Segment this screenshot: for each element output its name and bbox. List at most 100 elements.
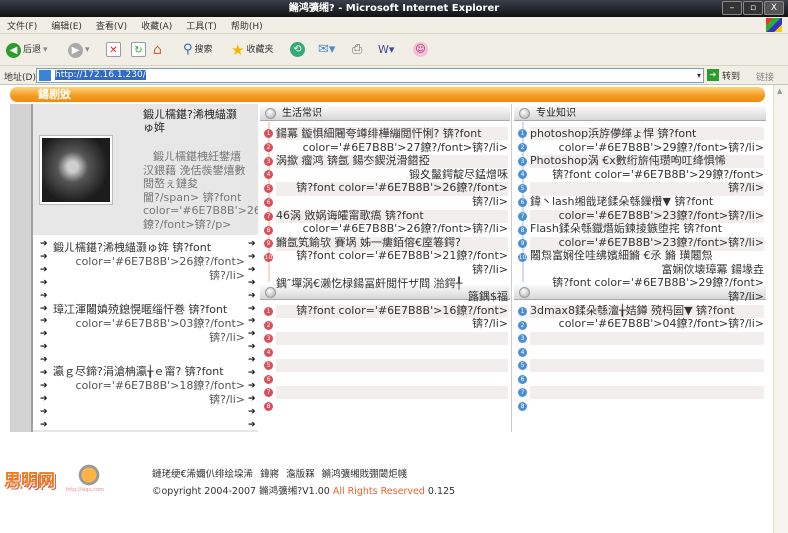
close-button[interactable]: X [764, 1, 784, 15]
article-item[interactable]: 3dmax8鍒朵綔澶╁姞鐏 殑杩囩▼ 锛?font color='#6E7B8B'… [530, 304, 764, 331]
site-logo[interactable]: 思明网 http://siqu.com [4, 462, 144, 498]
profile-photo[interactable] [39, 135, 113, 205]
item-meta: color='#6E7B8B'>04鐐?/font>锛?/li> [558, 317, 764, 331]
menu-edit[interactable]: 编辑(E) [44, 17, 89, 34]
number-badge-icon: 3 [264, 334, 273, 343]
number-badge-icon: 6 [518, 374, 527, 384]
go-button[interactable]: ➜ 转到 [707, 69, 740, 82]
print-icon[interactable]: ⎙ [352, 42, 362, 58]
menu-favorites[interactable]: 收藏(A) [134, 17, 179, 34]
number-badge-icon: 6 [264, 374, 273, 384]
search-button[interactable]: ⚲ 搜索 [183, 42, 213, 58]
menu-tools[interactable]: 工具(T) [179, 17, 224, 34]
row-stripe [276, 332, 508, 346]
version-text: 0.125 [427, 486, 456, 497]
article-item[interactable]: 鍚冪 鏇惧細闀夸竴绯樺繃閲忓悧? 锛?font color='#6E7B8B'>2… [276, 127, 508, 154]
menu-view[interactable]: 查看(V) [89, 17, 134, 34]
row-stripe [530, 359, 764, 373]
article-item[interactable]: 涡撳 瘤鸿 锛氬 鍚冭鍥涚滑鍣掗 锻夊鬣鍔靛尽錳熷咊 锛?font color='… [276, 154, 508, 208]
arrow-bullet-icon: ➔ [248, 368, 256, 378]
left-list-item[interactable]: 鍛ㄦ檽鍖?浠栧緢灏ゅ姩 锛?font color='#6E7B8B'>26鐐?/f… [33, 241, 245, 283]
number-badge-icon: 4 [518, 347, 527, 357]
back-arrow-icon: ◀ [6, 42, 21, 58]
item-title: 鍝″墠涡€濑忔椂鍚冨皯閲忓ザ閰 湁鍔╀ [276, 276, 463, 290]
go-label: 转到 [722, 72, 741, 82]
vertical-scrollbar[interactable]: ▲ [773, 85, 788, 533]
row-stripe [276, 386, 508, 400]
number-badge-icon: 5 [518, 361, 527, 370]
site-banner: 鍚剧敓 [10, 87, 765, 102]
item-meta: color='#6E7B8B'>23鐐?/font>锛?/li> [558, 235, 764, 249]
number-badge-icon: 3 [518, 334, 527, 343]
links-button[interactable]: 链接 [756, 70, 774, 83]
back-label: 后退 [23, 45, 42, 55]
circle-icon [519, 108, 530, 119]
arrow-bullet-icon: ➔ [40, 419, 48, 430]
copyright-text: ©opyright 2004-2007 鏅鸿彍缃?V1.00 [152, 486, 330, 497]
article-item[interactable]: photoshop浜斿儚缂ょ悍 锛?font color='#6E7B8B'>29… [530, 127, 764, 154]
windows-logo-icon [766, 18, 782, 32]
row-stripe [530, 386, 764, 400]
maximize-button[interactable]: ▫ [743, 1, 763, 15]
article-item[interactable]: 鍏丶lash缃戠珯鍒朵綔鏁欑▼ 锛?font color='#6E7B8B'>23… [530, 195, 764, 222]
item-meta: color='#6E7B8B'>18鐐?/font> 锛?/li> [75, 379, 245, 406]
profile-description: 鍛ㄦ檽鍖栧紝鐢熺汉鍡藉 浼佸彂鐢熺數閲嶅ぇ鏈夋閫?/span> 锛?font c… [143, 150, 261, 231]
section-header: 生活常识 [260, 106, 510, 121]
logo-text: 思明网 [4, 471, 55, 491]
address-dropdown-icon[interactable]: ▾ [697, 69, 701, 82]
item-title: 3dmax8鍒朵綔澶╁姞鐏 殑杩囩▼ 锛?font [530, 303, 735, 317]
circle-icon [519, 287, 530, 298]
history-icon[interactable]: ⟲ [290, 42, 305, 57]
search-icon: ⚲ [183, 42, 193, 57]
menu-file[interactable]: 文件(F) [0, 17, 44, 34]
minimize-button[interactable]: – [722, 1, 742, 15]
rights-text: All Rights Reserved [332, 486, 425, 497]
refresh-icon[interactable]: ↻ [131, 42, 146, 57]
arrow-bullet-icon: ➔ [248, 380, 256, 391]
number-badge-icon: 8 [518, 225, 527, 235]
article-item[interactable]: Flash鍒朵綔鐡熸姤鍊掕鏃堕挓 锛?font color='#6E7B8B'>2… [530, 222, 764, 249]
address-bar: 地址(D) http://172.16.1.230/ ▾ ➜ 转到 链接 [0, 66, 788, 85]
profile-title[interactable]: 鍛ㄦ檽鍖?浠栧緢灏ゅ姩 [143, 108, 245, 134]
footer-links[interactable]: 鏈珯绠€浠嬭仈绯绘垜浠 鍏嶈 澹版槑 鏅鸿彍缃戝弸閾炬帴 [152, 466, 407, 480]
forward-button[interactable]: ▶ ▾ [68, 42, 90, 58]
left-list-item[interactable]: 璋冮渾闂嫃殑鎴愰暱缁忓巻 锛?font color='#6E7B8B'>03鐐?/… [33, 303, 245, 345]
star-icon: ★ [231, 41, 245, 59]
item-title: photoshop浜斿儚缂ょ悍 锛?font [530, 127, 697, 140]
number-badge-icon: 3 [264, 156, 273, 166]
article-item[interactable]: 鏅氬笂鍮欤 賽埚 姊一瘻銆傛€庢箞鍔? 锛?font color='#6E7B8B… [276, 236, 508, 277]
footer-copyright: ©opyright 2004-2007 鏅鸿彍缃?V1.00 All Right… [152, 483, 455, 497]
arrow-bullet-icon: ➔ [248, 277, 256, 288]
article-item[interactable]: 46涡 敓娲诲皬甯歌瘑 锛?font color='#6E7B8B'>26鐐?/f… [276, 209, 508, 236]
item-meta: color='#6E7B8B'>26鐐?/font>锛?/li> [302, 222, 508, 236]
menu-help[interactable]: 帮助(H) [224, 17, 270, 34]
number-badge-icon: 7 [518, 388, 527, 397]
arrow-bullet-icon: ➔ [248, 393, 256, 404]
address-input[interactable]: http://172.16.1.230/ ▾ [36, 68, 704, 83]
number-badge-icon: 1 [518, 129, 527, 138]
article-item[interactable]: Photoshop涡 €x數绗旂伅瓒呴叿绛惧悕 锛?font color='#6E… [530, 154, 764, 195]
messenger-icon[interactable]: ☺ [413, 42, 428, 57]
row-stripe [530, 332, 764, 346]
circle-icon [265, 108, 276, 119]
arrow-bullet-icon: ➔ [248, 355, 256, 366]
number-badge-icon: 8 [518, 401, 527, 411]
article-item[interactable]: 闂炰富娴佺哇绋嬪細鏅 €氶 鏅 璜闂炰 富娴佽壊璋冪 鍚堟垚 锛?font col… [530, 249, 764, 303]
home-icon[interactable]: ⌂ [153, 42, 162, 58]
mail-icon[interactable]: ✉▾ [318, 42, 335, 58]
arrow-bullet-icon: ➔ [248, 342, 256, 353]
back-button[interactable]: ◀ 后退 ▾ [6, 42, 48, 58]
number-badge-icon: 5 [264, 361, 273, 370]
number-badge-icon: 2 [518, 142, 527, 152]
item-meta: color='#6E7B8B'>26鐐?/font> 锛?/li> [75, 255, 245, 282]
stop-icon[interactable]: ✕ [106, 42, 121, 57]
favorites-button[interactable]: ★ 收藏夹 [231, 42, 273, 58]
item-title: 鍏丶lash缃戠珯鍒朵綔鏁欑▼ 锛?font [530, 195, 714, 208]
article-item[interactable]: 鍝″墠涡€濑忔椂鍚冨皯閲忓ザ閰 湁鍔╀ 簬鍝$福 锛?font color='#6… [276, 277, 508, 331]
arrow-bullet-icon: ➔ [248, 264, 256, 275]
item-title: 鍚冪 鏇惧細闀夸竴绯樺繃閲忓悧? 锛?font [276, 127, 482, 140]
item-meta: 锻夊鬣鍔靛尽錳熷咊 锛?font color='#6E7B8B'>26鐐?/fo… [296, 167, 508, 208]
number-badge-icon: 10 [264, 253, 273, 263]
left-list-item[interactable]: 瀛ｇ尽鍗?涓滄柟瀛╁ｅ甯? 锛?font color='#6E7B8B'>18鐐?… [33, 365, 245, 407]
edit-word-icon[interactable]: W▾ [378, 42, 394, 58]
